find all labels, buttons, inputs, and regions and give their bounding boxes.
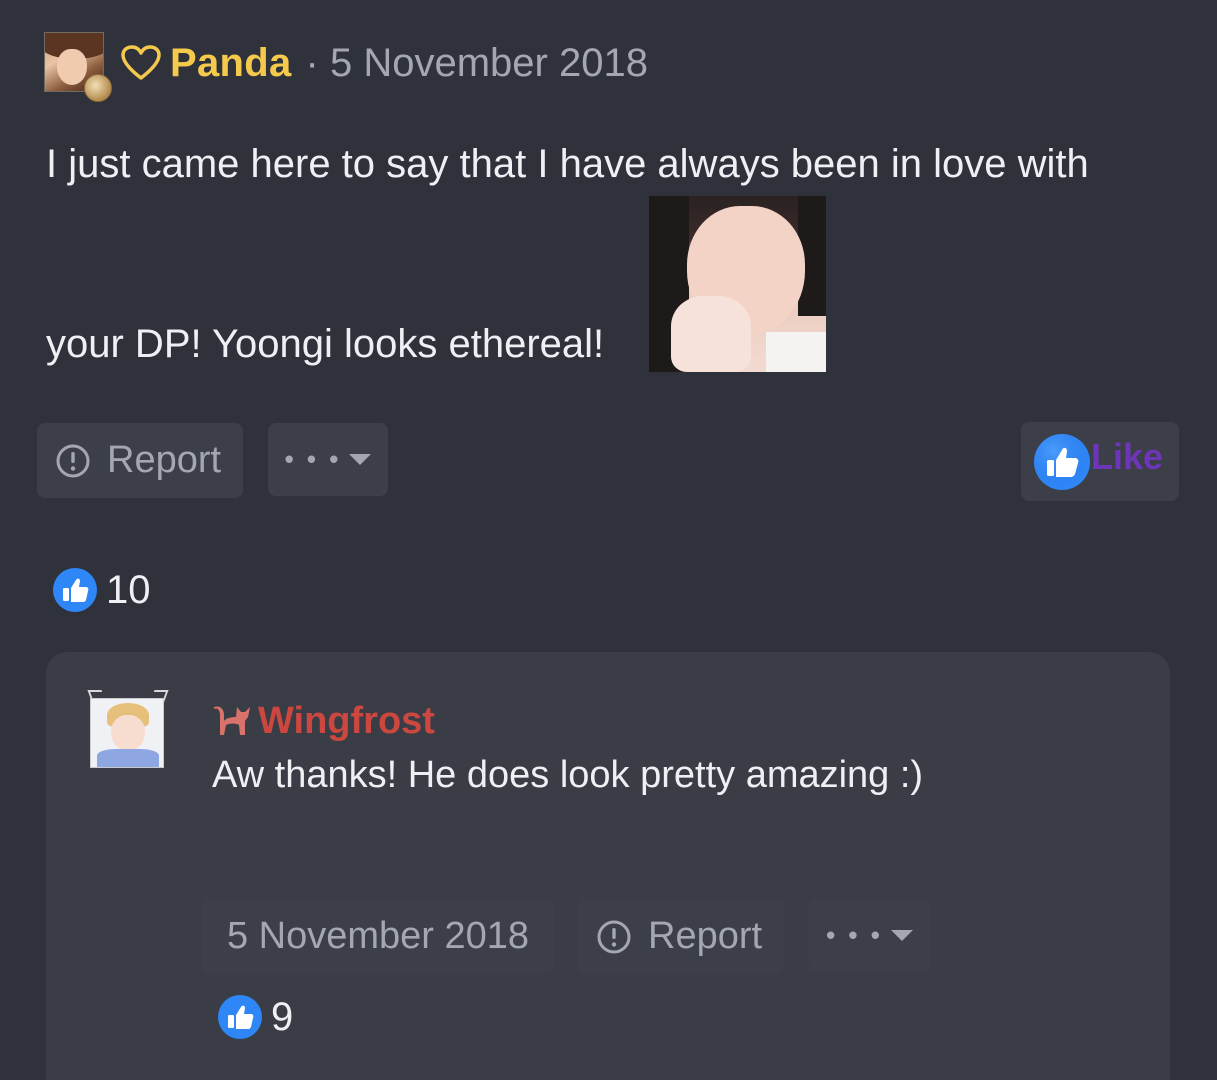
like-button[interactable]: Like xyxy=(1021,422,1179,501)
reply-date: 5 November 2018 xyxy=(226,915,530,957)
report-button[interactable]: Report xyxy=(37,423,243,498)
post-date: · 5 November 2018 xyxy=(306,41,648,86)
reply-like-count: 9 xyxy=(271,994,294,1039)
avatar-badge xyxy=(84,74,112,102)
reply-avatar[interactable] xyxy=(87,690,169,770)
caret-down-icon xyxy=(349,454,372,465)
report-icon xyxy=(597,920,631,953)
like-count: 10 xyxy=(106,567,151,612)
like-thumb-icon xyxy=(218,995,262,1039)
post-text-line-2: your DP! Yoongi looks ethereal! xyxy=(46,322,605,366)
like-count-row: 10 xyxy=(52,567,151,613)
like-thumb-icon xyxy=(1034,433,1090,490)
date-separator: · xyxy=(305,40,319,85)
reply-like-count-row: 9 xyxy=(217,994,293,1040)
reply-date-button[interactable]: 5 November 2018 xyxy=(202,899,554,974)
reply-username[interactable]: Wingfrost xyxy=(258,700,435,743)
comment-thread: Panda · 5 November 2018 I just came here… xyxy=(0,0,1217,1080)
cat-icon xyxy=(214,705,250,735)
post-header: Panda · 5 November 2018 xyxy=(44,32,648,102)
caret-down-icon xyxy=(890,930,913,941)
post-text-line-1: I just came here to say that I have alwa… xyxy=(46,142,1089,186)
sticker-image xyxy=(649,196,826,372)
avatar[interactable] xyxy=(44,32,112,102)
reply-report-button[interactable]: Report xyxy=(578,899,784,974)
reply-text: Aw thanks! He does look pretty amazing :… xyxy=(212,754,924,796)
like-label: Like xyxy=(1091,435,1164,477)
username[interactable]: Panda xyxy=(170,41,292,86)
reply-more-options-button[interactable]: • • • xyxy=(809,899,930,972)
reply-more-dots: • • • xyxy=(826,920,883,950)
more-dots: • • • xyxy=(284,444,342,474)
reply-header: Wingfrost xyxy=(212,700,435,743)
reply-report-label: Report xyxy=(648,915,763,957)
heart-icon xyxy=(121,45,161,80)
report-icon xyxy=(56,444,90,477)
more-options-button[interactable]: • • • xyxy=(268,423,388,496)
reply-avatar-image xyxy=(90,698,164,768)
like-thumb-icon xyxy=(53,568,97,612)
report-label: Report xyxy=(107,439,222,481)
post-date-text: 5 November 2018 xyxy=(330,40,648,85)
